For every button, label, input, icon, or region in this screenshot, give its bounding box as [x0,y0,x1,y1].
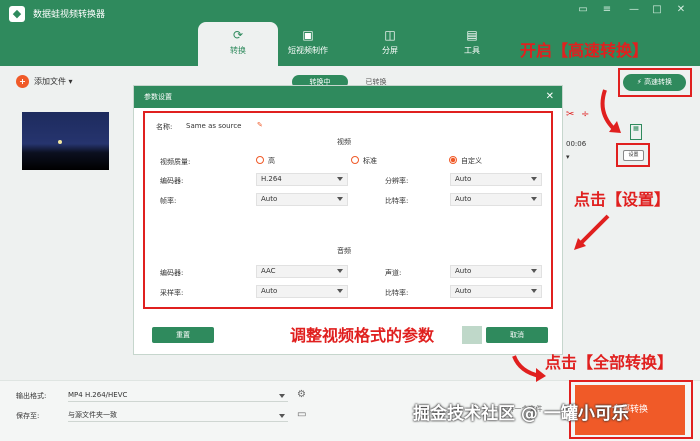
quality-label: 视频质量: [160,158,191,166]
video-bitrate-label: 比特率: [385,197,409,205]
tab-short-video[interactable]: ▣ 短视频制作 [268,22,348,66]
framerate-label: 帧率: [160,197,177,205]
duration-text: 00:06 [566,140,587,148]
arrow-to-dialog [574,214,610,250]
save-path-select[interactable]: 与源文件夹一致 [68,409,288,422]
cancel-button[interactable]: 取消 [486,327,548,343]
arrow-to-convert-all [512,355,546,382]
app-logo: ◆ [9,6,25,22]
ok-button[interactable] [462,326,482,344]
video-thumbnail[interactable] [22,112,109,170]
cut-icon[interactable]: ✂ [566,109,574,120]
resolution-label: 分辨率: [385,177,409,185]
framerate-select[interactable]: Auto [256,193,348,206]
chat-icon[interactable]: ▭ [576,4,590,15]
format-settings-icon[interactable]: ⚙ [297,389,306,400]
tab-split-screen[interactable]: ◫ 分屏 [350,22,430,66]
divide-icon[interactable]: ÷ [581,109,589,120]
name-value: Same as source [186,122,242,130]
samplerate-label: 采样率: [160,289,184,297]
annotation-click-convert-all: 点击【全部转换】 [545,353,674,372]
close-icon[interactable]: ✕ [674,4,688,15]
maximize-icon[interactable]: □ [650,4,664,15]
edit-icon[interactable]: ✎ [257,121,263,129]
audio-bitrate-select[interactable]: Auto [450,285,542,298]
resolution-select[interactable]: Auto [450,173,542,186]
split-screen-icon: ◫ [384,28,396,42]
dialog-header: 参数设置 ✕ [134,86,562,108]
annotation-open-high-speed: 开启【高速转换】 [520,41,649,60]
channel-label: 声道: [385,269,402,277]
plus-icon: + [16,75,29,88]
highlight-settings [616,143,650,167]
video-bitrate-select[interactable]: Auto [450,193,542,206]
tab-tools[interactable]: ▤ 工具 [432,22,512,66]
samplerate-select[interactable]: Auto [256,285,348,298]
quality-high-radio[interactable]: 高 [256,156,275,166]
menu-icon[interactable]: ≡ [600,4,614,15]
channel-select[interactable]: Auto [450,265,542,278]
parameter-settings-dialog: 参数设置 ✕ 名称: Same as source ✎ 视频 视频质量: 高 标… [133,85,563,355]
dialog-title: 参数设置 [144,93,172,101]
reset-button[interactable]: 重置 [152,327,214,343]
annotation-click-settings: 点击【设置】 [574,190,671,209]
quality-custom-radio[interactable]: 自定义 [449,156,482,166]
minimize-icon[interactable]: — [627,4,641,15]
folder-icon[interactable]: ▭ [297,409,306,420]
output-format-select[interactable]: MP4 H.264/HEVC [68,389,288,402]
video-section-title: 视频 [337,138,351,146]
format-icon[interactable]: ▦ [630,124,642,140]
audio-section-title: 音频 [337,247,351,255]
audio-encoder-label: 编码器: [160,269,184,277]
toolbox-icon: ▤ [466,28,478,42]
audio-encoder-select[interactable]: AAC [256,265,348,278]
name-label: 名称: [156,123,173,131]
tv-icon: ▣ [302,28,314,42]
video-encoder-label: 编码器: [160,177,184,185]
watermark: 掘金技术社区 @ 一罐小可乐 [413,404,629,424]
add-file-button[interactable]: + 添加文件 ▾ [16,75,73,88]
app-title: 数据蛙视频转换器 [33,10,106,20]
annotation-adjust-params: 调整视频格式的参数 [290,326,435,345]
highlight-high-speed [618,68,692,97]
convert-icon: ⟳ [232,28,244,42]
quality-dropdown[interactable]: ▾ [566,153,586,165]
audio-bitrate-label: 比特率: [385,289,409,297]
save-to-label: 保存至: [16,412,40,420]
video-encoder-select[interactable]: H.264 [256,173,348,186]
quality-standard-radio[interactable]: 标准 [351,156,377,166]
arrow-to-settings [600,89,621,133]
tab-convert[interactable]: ⟳ 转换 [198,22,278,66]
output-format-label: 输出格式: [16,392,47,400]
dialog-close-icon[interactable]: ✕ [546,86,554,108]
